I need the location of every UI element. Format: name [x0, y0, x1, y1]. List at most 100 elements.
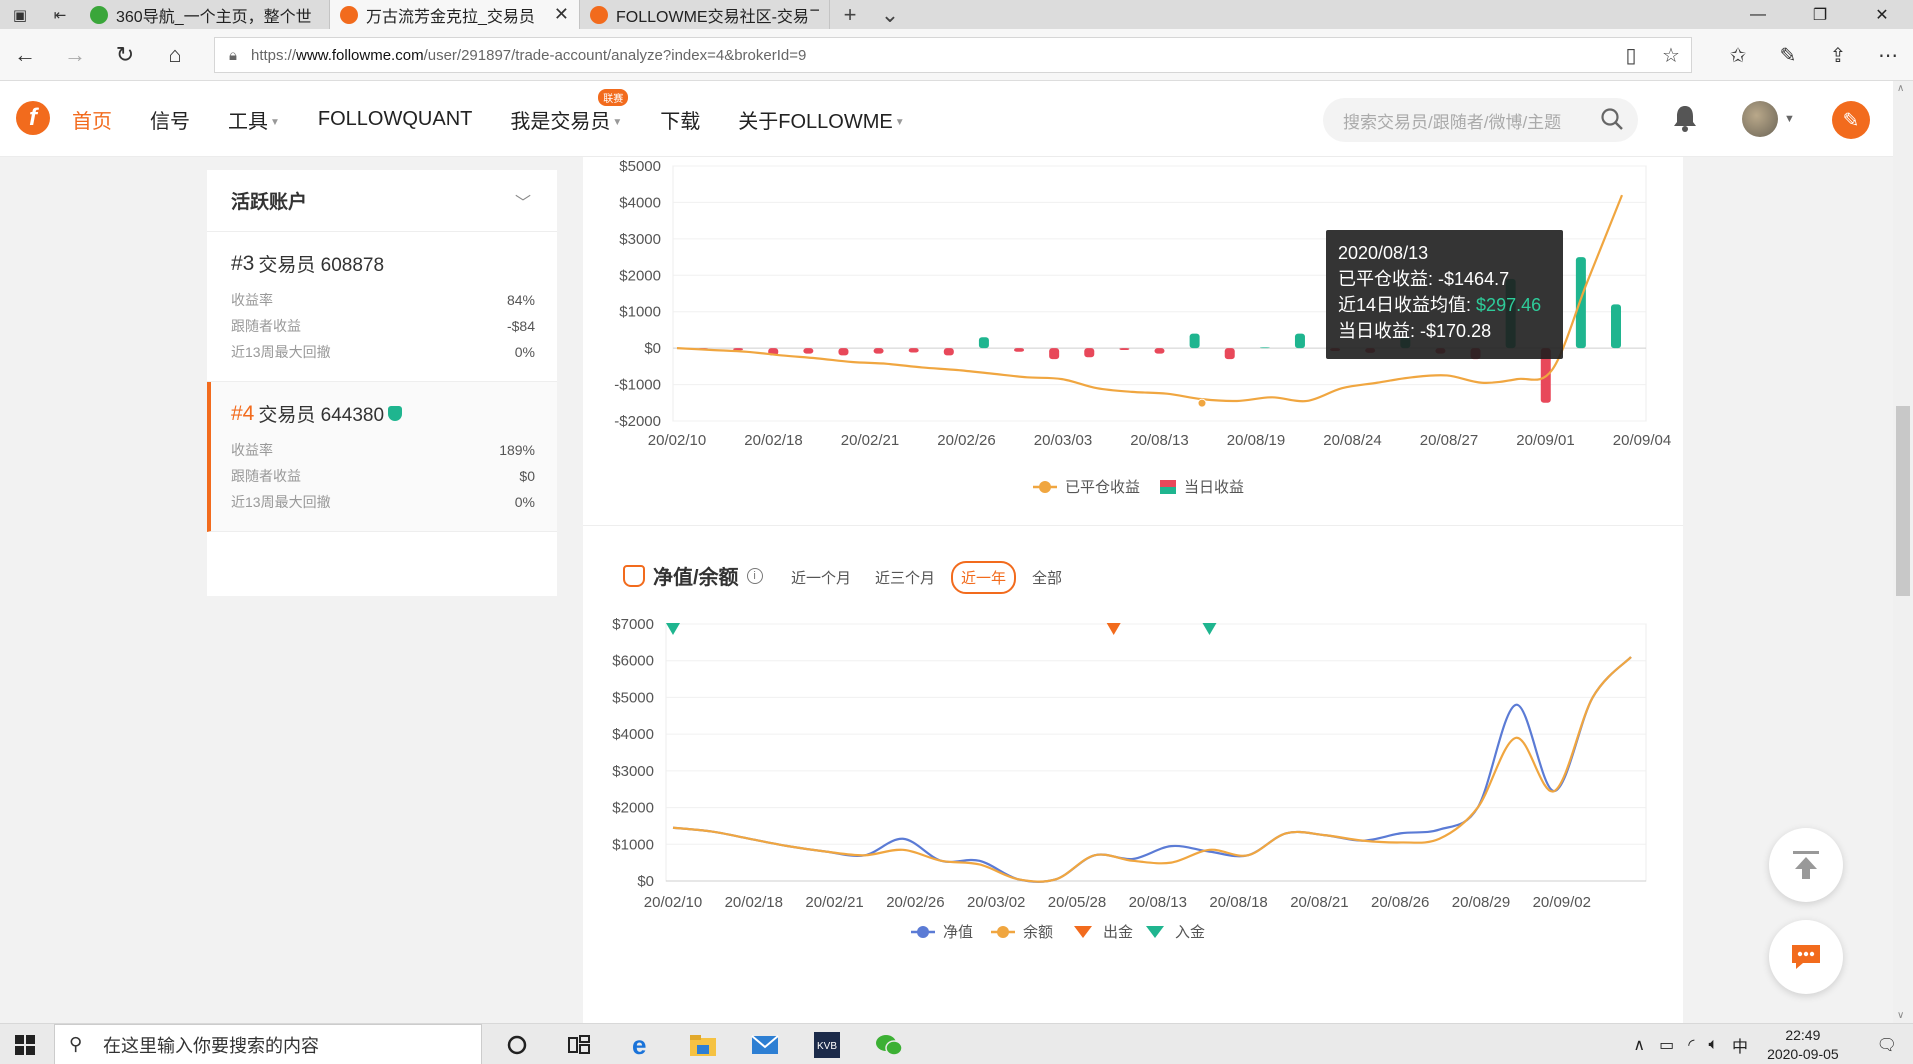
- show-hidden-icons-icon[interactable]: ∧: [1626, 1035, 1652, 1055]
- equity-line[interactable]: [672, 656, 1632, 883]
- info-icon[interactable]: i: [746, 567, 763, 584]
- page-scrollbar[interactable]: ∧ ∨: [1893, 81, 1913, 1023]
- compose-button[interactable]: ✎: [1832, 101, 1870, 139]
- mail-icon[interactable]: [734, 1024, 796, 1064]
- daily-profit-bar[interactable]: [1084, 348, 1095, 358]
- tooltip-daily-row: 当日收益: -$170.28: [1338, 321, 1492, 341]
- nav-item[interactable]: 下载: [660, 105, 700, 134]
- search-icon[interactable]: [1600, 107, 1624, 131]
- close-window-button[interactable]: ✕: [1851, 0, 1913, 29]
- reading-view-icon[interactable]: ▯: [1611, 43, 1651, 68]
- hovered-point[interactable]: [1197, 398, 1207, 408]
- deposit-marker[interactable]: [666, 623, 680, 635]
- task-view-icon[interactable]: [548, 1024, 610, 1064]
- legend-label[interactable]: 净值: [943, 924, 973, 941]
- active-accounts-header[interactable]: 活跃账户 ﹀: [207, 170, 557, 232]
- deposit-marker[interactable]: [1202, 623, 1217, 635]
- kvb-app-icon[interactable]: KVB: [796, 1024, 858, 1064]
- refresh-button[interactable]: ↻: [100, 29, 150, 81]
- url-field[interactable]: 🔒︎ https://www.followme.com/user/291897/…: [214, 37, 1692, 73]
- browser-tab[interactable]: FOLLOWME交易社区-交易乛: [580, 0, 830, 29]
- stat-value: 0%: [514, 494, 535, 510]
- period-option[interactable]: 近三个月: [867, 563, 943, 592]
- daily-profit-bar[interactable]: [1189, 333, 1200, 349]
- favorite-star-icon[interactable]: ☆: [1651, 43, 1691, 68]
- battery-icon[interactable]: ▭: [1652, 1035, 1681, 1055]
- daily-profit-bar[interactable]: [1259, 347, 1270, 349]
- volume-icon[interactable]: 🔈︎: [1701, 1036, 1725, 1054]
- wechat-icon[interactable]: [858, 1024, 920, 1064]
- equity-balance-chart[interactable]: $7000 $6000 $5000 $4000 $3000 $2000 $1000 $0 20/…: [583, 597, 1683, 1023]
- chat-button[interactable]: [1769, 920, 1843, 994]
- chevron-down-icon[interactable]: ﹀: [515, 189, 531, 213]
- daily-profit-bar[interactable]: [1224, 348, 1235, 360]
- daily-profit-bar[interactable]: [978, 337, 989, 349]
- daily-profit-bar[interactable]: [873, 348, 884, 354]
- wifi-icon[interactable]: ◜: [1681, 1035, 1701, 1055]
- set-aside-tabs-icon[interactable]: ⇤: [40, 0, 80, 29]
- more-menu-icon[interactable]: ⋯: [1863, 29, 1913, 81]
- nav-item[interactable]: 信号: [150, 105, 190, 134]
- legend-label[interactable]: 入金: [1175, 924, 1205, 941]
- period-option[interactable]: 全部: [1024, 563, 1070, 592]
- nav-item[interactable]: 关于FOLLOWME ▼: [738, 105, 904, 134]
- edge-browser-icon[interactable]: e: [610, 1024, 672, 1064]
- nav-item[interactable]: FOLLOWQUANT: [318, 108, 472, 131]
- start-button[interactable]: [0, 1024, 50, 1064]
- daily-profit-bar[interactable]: [1119, 348, 1130, 350]
- minimize-button[interactable]: —: [1727, 0, 1789, 29]
- daily-profit-bar[interactable]: [1294, 333, 1305, 349]
- notification-center-icon[interactable]: 🗨︎: [1851, 1035, 1913, 1055]
- close-tab-icon[interactable]: ✕: [554, 4, 569, 25]
- daily-profit-bar[interactable]: [908, 348, 919, 353]
- forward-button[interactable]: →: [50, 29, 100, 81]
- legend-label[interactable]: 当日收益: [1184, 479, 1244, 496]
- pen-notes-icon[interactable]: ✎: [1763, 29, 1813, 81]
- daily-profit-bar[interactable]: [943, 348, 954, 356]
- daily-profit-bar[interactable]: [838, 348, 849, 356]
- browser-tab[interactable]: 万古流芳金克拉_交易员 ✕: [330, 0, 580, 29]
- scrollbar-thumb[interactable]: [1896, 406, 1910, 596]
- favorites-icon[interactable]: ✩: [1713, 29, 1763, 81]
- share-icon[interactable]: ⇪: [1813, 29, 1863, 81]
- ime-indicator[interactable]: 中: [1725, 1033, 1755, 1057]
- user-avatar[interactable]: [1742, 101, 1778, 137]
- back-to-top-button[interactable]: [1769, 828, 1843, 902]
- browser-tab[interactable]: 360导航_一个主页，整个世: [80, 0, 330, 29]
- daily-profit-bar[interactable]: [1154, 348, 1165, 354]
- restore-button[interactable]: ❐: [1789, 0, 1851, 29]
- taskbar-search-input[interactable]: ⚲ 在这里输入你要搜索的内容: [54, 1024, 482, 1064]
- home-button[interactable]: ⌂: [150, 29, 200, 81]
- daily-profit-bar[interactable]: [1575, 257, 1586, 349]
- new-tab-button[interactable]: +: [830, 0, 870, 29]
- nav-item[interactable]: 首页: [72, 105, 112, 134]
- legend-label[interactable]: 余额: [1023, 923, 1053, 941]
- period-option[interactable]: 近一个月: [783, 563, 859, 592]
- file-explorer-icon[interactable]: [672, 1024, 734, 1064]
- site-search-input[interactable]: 搜索交易员/跟随者/微博/主题: [1323, 98, 1638, 142]
- scroll-up-icon[interactable]: ∧: [1897, 83, 1904, 94]
- legend-label[interactable]: 已平仓收益: [1065, 479, 1140, 496]
- tab-list-button[interactable]: ⌄: [870, 0, 910, 29]
- nav-item[interactable]: 我是交易员 ▼ 联赛: [510, 88, 629, 134]
- daily-profit-bar[interactable]: [1049, 348, 1060, 360]
- legend-label[interactable]: 出金: [1103, 924, 1133, 941]
- cortana-icon[interactable]: [486, 1024, 548, 1064]
- nav-item[interactable]: 工具 ▼: [228, 105, 280, 134]
- scroll-down-icon[interactable]: ∨: [1897, 1010, 1904, 1021]
- daily-profit-bar[interactable]: [803, 348, 814, 354]
- clock[interactable]: 22:49 2020-09-05: [1755, 1026, 1851, 1064]
- withdraw-marker[interactable]: [1106, 623, 1121, 635]
- daily-profit-bar[interactable]: [1014, 348, 1025, 352]
- balance-line[interactable]: [672, 656, 1632, 883]
- followme-logo[interactable]: f: [16, 101, 50, 135]
- chevron-down-icon[interactable]: ▼: [1784, 113, 1795, 125]
- period-option[interactable]: 近一年: [951, 561, 1017, 594]
- url-text: https://www.followme.com/user/291897/tra…: [251, 46, 807, 64]
- account-card[interactable]: #3 交易员 608878 收益率 84% 跟随者收益 -$84 近13周最大回撤 0%: [207, 232, 557, 382]
- notification-bell-icon[interactable]: [1670, 103, 1700, 133]
- daily-profit-bar[interactable]: [1611, 304, 1621, 349]
- account-card[interactable]: #4 交易员 644380 收益率 189% 跟随者收益 $0 近13周最大回撤 0%: [207, 382, 557, 532]
- tab-actions-icon[interactable]: ▣: [0, 0, 40, 29]
- back-button[interactable]: ←: [0, 29, 50, 81]
